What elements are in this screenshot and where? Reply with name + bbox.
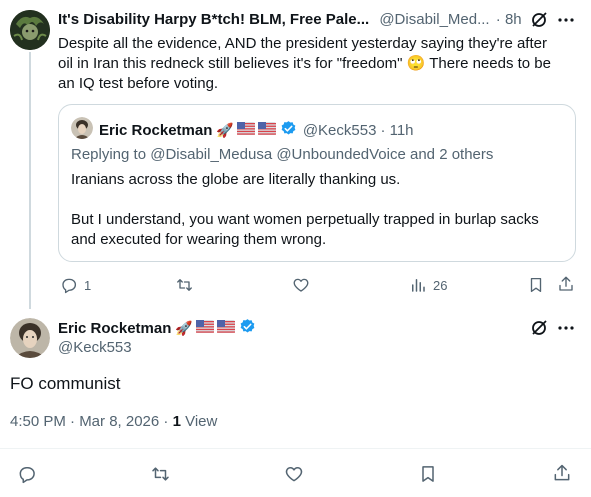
us-flag-icon: [236, 122, 255, 139]
verified-icon: [239, 318, 256, 339]
views-count: 26: [433, 277, 448, 293]
bookmark-icon[interactable]: [418, 464, 438, 484]
reply-author-name[interactable]: Eric Rocketman: [58, 320, 171, 337]
author-handle[interactable]: @Disabil_Med...: [379, 11, 489, 28]
grok-icon[interactable]: [530, 319, 548, 337]
replying-to: Replying to @Disabil_Medusa @UnboundedVo…: [71, 146, 493, 163]
reply-timestamp[interactable]: 4:50 PM · Mar 8, 2026 ·: [10, 413, 168, 430]
reply-meta: 4:50 PM · Mar 8, 2026 · 1 View: [10, 413, 217, 430]
verified-icon: [280, 120, 297, 141]
quoted-text-line: But I understand, you want women perpetu…: [71, 211, 539, 228]
reply-count: 1: [84, 277, 92, 293]
reply-author-row: Eric Rocketman 🚀: [58, 318, 256, 339]
retweet-icon: [175, 276, 194, 294]
bookmark-icon[interactable]: [527, 276, 545, 294]
us-flag-icon: [257, 122, 276, 139]
replying-handles[interactable]: @Disabil_Medusa @UnboundedVoice and 2 ot…: [150, 146, 493, 163]
quoted-text-line: and executed for wearing them wrong.: [71, 231, 327, 248]
reply-view-label: View: [185, 413, 218, 430]
retweet-button[interactable]: [175, 276, 194, 294]
more-icon[interactable]: [558, 321, 574, 335]
reply-view-count: 1: [172, 413, 181, 430]
author-avatar[interactable]: [10, 10, 50, 50]
reply-avatar[interactable]: [10, 318, 50, 358]
retweet-icon[interactable]: [150, 464, 171, 484]
us-flag-icon: [216, 320, 235, 337]
more-icon[interactable]: [558, 13, 574, 27]
tweet-time[interactable]: · 8h: [496, 11, 522, 28]
quoted-avatar: [71, 117, 93, 139]
replying-prefix: Replying to: [71, 146, 147, 163]
grok-icon[interactable]: [530, 11, 548, 29]
reply-icon[interactable]: [17, 464, 37, 484]
like-button[interactable]: [292, 276, 310, 294]
like-icon: [292, 276, 310, 294]
share-icon[interactable]: [557, 275, 575, 293]
quoted-text: Iranians across the globe are literally …: [71, 170, 571, 250]
quoted-time: · 11h: [380, 122, 414, 139]
views-button[interactable]: 26: [409, 276, 447, 294]
tweet-text-line: Despite all the evidence, AND the presid…: [58, 35, 547, 52]
tweet-header: It's Disability Harpy B*tch! BLM, Free P…: [58, 11, 522, 28]
tweet-text-line: an IQ test before voting.: [58, 75, 219, 92]
quoted-author-name: Eric Rocketman: [99, 122, 213, 139]
reply-button[interactable]: 1: [60, 276, 91, 294]
reply-text: FO communist: [10, 374, 121, 393]
quoted-text-line: Iranians across the globe are literally …: [71, 171, 401, 188]
quoted-handle: @Keck553: [302, 122, 377, 139]
author-name[interactable]: It's Disability Harpy B*tch! BLM, Free P…: [58, 11, 369, 28]
rocket-icon: 🚀: [216, 122, 234, 138]
reply-handle[interactable]: @Keck553: [58, 339, 132, 356]
quoted-header: Eric Rocketman 🚀 @Keck553 · 11h: [99, 120, 414, 141]
tweet-text: Despite all the evidence, AND the presid…: [58, 34, 578, 94]
thread-line: [29, 52, 31, 309]
rocket-icon: 🚀: [175, 320, 193, 336]
us-flag-icon: [195, 320, 214, 337]
divider: [0, 448, 591, 449]
reply-icon: [60, 276, 78, 294]
share-icon[interactable]: [552, 463, 572, 483]
like-icon[interactable]: [284, 464, 304, 484]
views-icon: [409, 276, 427, 294]
tweet-text-line: oil in Iran this redneck still believes …: [58, 55, 551, 72]
